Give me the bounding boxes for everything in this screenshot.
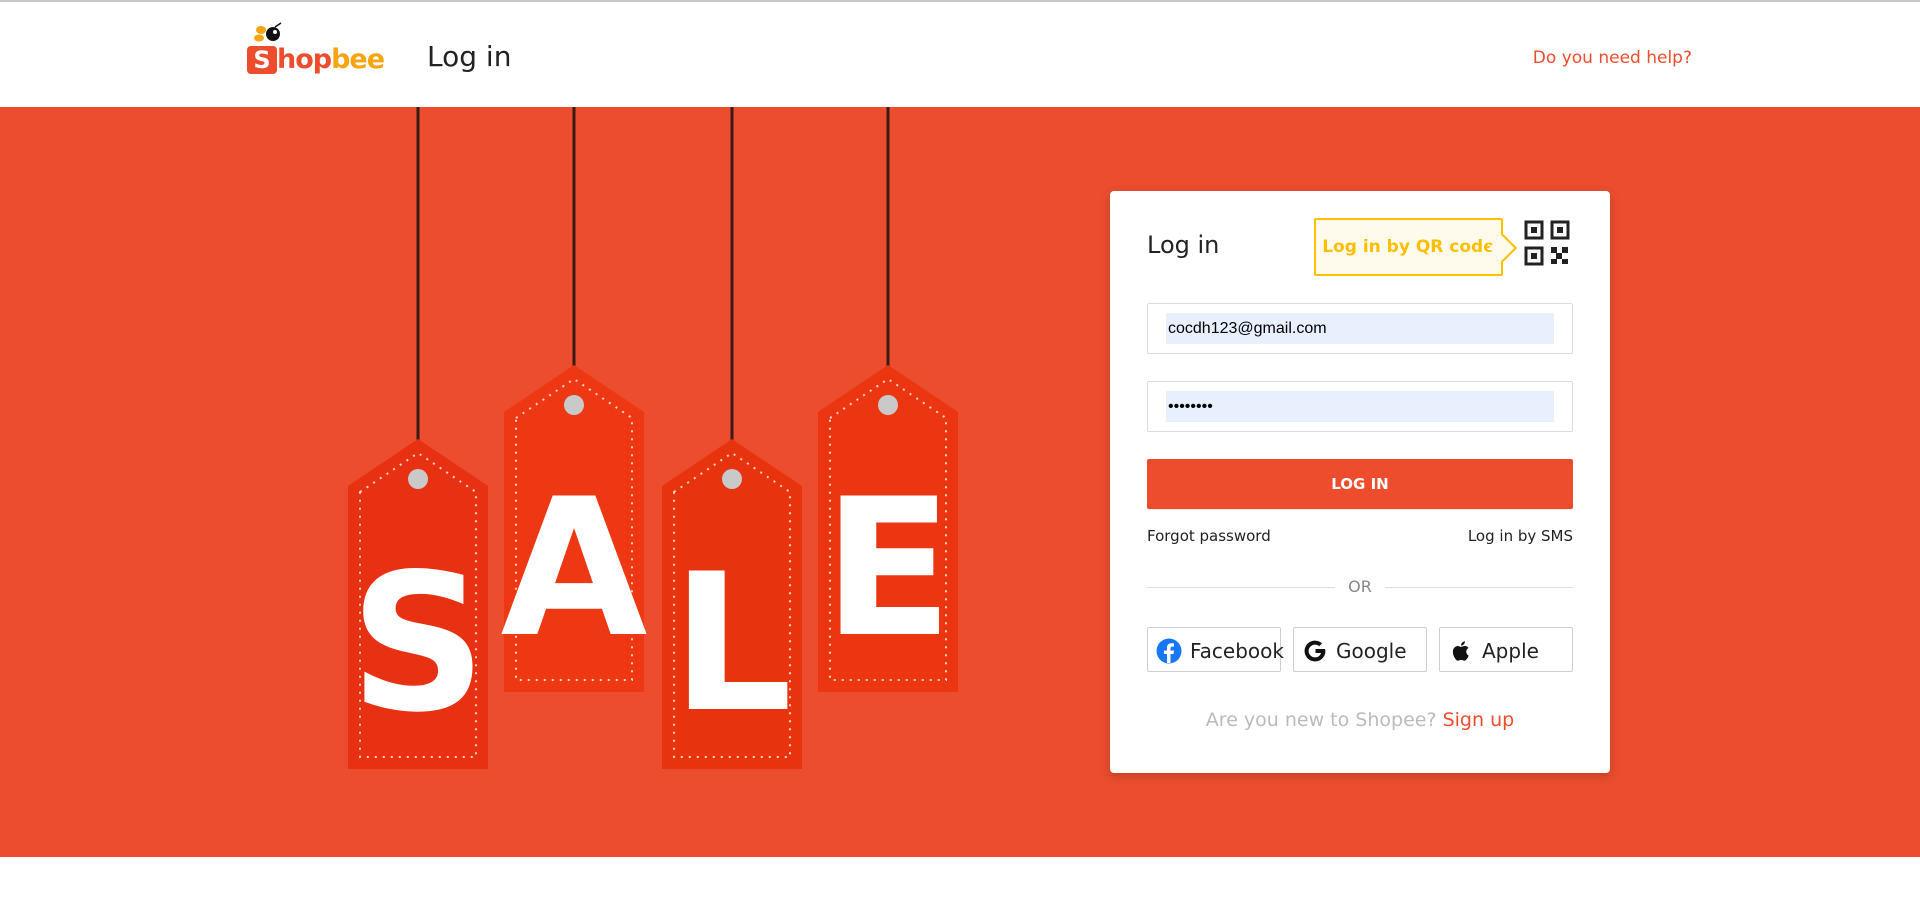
shopbee-logo[interactable]: S hopbee bbox=[243, 20, 385, 80]
facebook-login-button[interactable]: Facebook bbox=[1147, 627, 1284, 672]
signup-prompt: Are you new to Shopee? Sign up bbox=[1110, 709, 1610, 731]
apple-login-button[interactable]: Apple bbox=[1439, 627, 1573, 672]
or-divider: OR bbox=[1147, 577, 1573, 597]
password-field bbox=[1147, 381, 1573, 432]
qr-code-icon[interactable] bbox=[1524, 220, 1570, 266]
sale-tag-e: E bbox=[818, 365, 958, 692]
apple-icon bbox=[1452, 641, 1469, 661]
sale-letter: S bbox=[350, 533, 487, 754]
sale-banner: S A L E bbox=[0, 107, 1920, 857]
password-input[interactable] bbox=[1166, 391, 1554, 422]
sale-tag-l: L bbox=[662, 439, 802, 769]
google-icon bbox=[1304, 640, 1326, 662]
email-input[interactable] bbox=[1166, 313, 1554, 344]
email-field bbox=[1147, 303, 1573, 354]
sale-letter: E bbox=[823, 458, 953, 679]
sms-login-link[interactable]: Log in by SMS bbox=[1468, 527, 1573, 545]
logo-bag: S bbox=[247, 46, 277, 74]
top-header: S hopbee Log in Do you need help? bbox=[0, 0, 1920, 107]
help-link[interactable]: Do you need help? bbox=[1533, 48, 1692, 68]
forgot-password-link[interactable]: Forgot password bbox=[1147, 527, 1271, 545]
divider-line bbox=[1385, 587, 1573, 588]
signup-link[interactable]: Sign up bbox=[1443, 709, 1515, 731]
google-label: Google bbox=[1336, 639, 1407, 663]
google-login-button[interactable]: Google bbox=[1293, 627, 1427, 672]
new-user-text: Are you new to Shopee? bbox=[1205, 709, 1437, 731]
logo-wordmark: hopbee bbox=[277, 44, 385, 75]
qr-login-tooltip[interactable]: Log in by QR code bbox=[1314, 218, 1503, 276]
sale-letter: L bbox=[671, 533, 792, 754]
facebook-label: Facebook bbox=[1190, 639, 1284, 663]
login-card-title: Log in bbox=[1147, 231, 1220, 259]
login-card: Log in Log in by QR code LOG IN Forgot p… bbox=[1110, 191, 1610, 773]
sale-tag-a: A bbox=[500, 365, 648, 692]
sale-tag-s: S bbox=[348, 439, 488, 769]
page-title: Log in bbox=[427, 40, 512, 73]
sale-tags-illustration: S A L E bbox=[348, 107, 958, 769]
login-button[interactable]: LOG IN bbox=[1147, 459, 1573, 509]
sale-letter: A bbox=[500, 458, 647, 679]
apple-label: Apple bbox=[1482, 639, 1539, 663]
facebook-icon bbox=[1156, 638, 1182, 664]
